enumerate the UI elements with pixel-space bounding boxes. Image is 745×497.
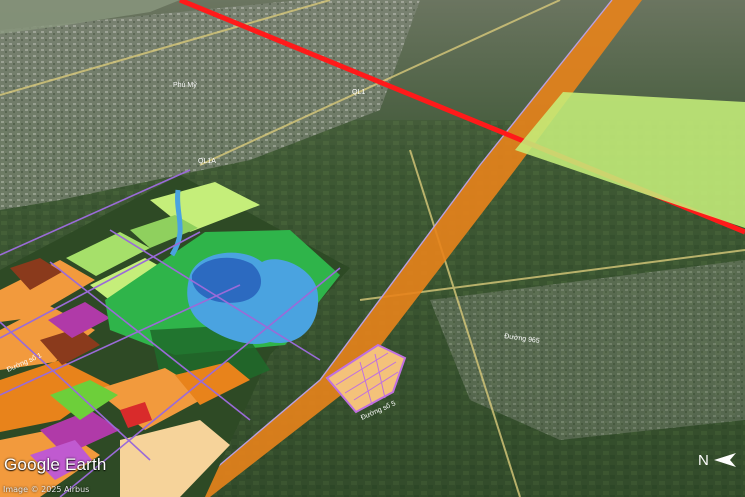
road-label-qla: QL1A <box>198 158 216 165</box>
imagery-attribution: Image © 2025 Airbus <box>3 485 90 494</box>
satellite-map[interactable]: QL1A QL1 Phú Mỹ Đường số 1 Đường số 5 Đư… <box>0 0 745 497</box>
google-earth-wordmark: Google Earth <box>4 455 107 474</box>
town-label: Phú Mỹ <box>173 82 197 89</box>
compass-label: N <box>698 452 709 469</box>
north-compass-icon[interactable]: N <box>692 447 740 473</box>
road-label-ql: QL1 <box>352 89 365 96</box>
compass-arrow <box>714 453 736 467</box>
